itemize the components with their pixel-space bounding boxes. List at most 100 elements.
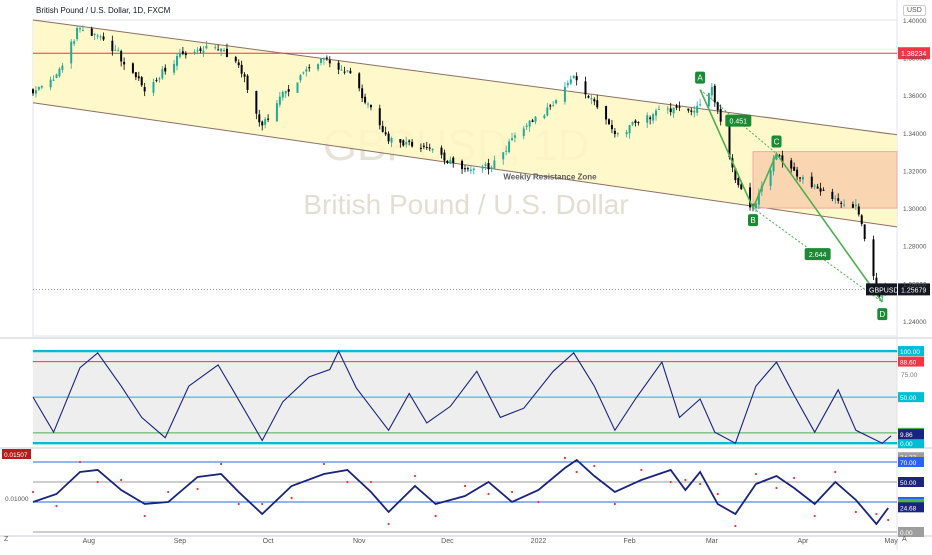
candle-body [813, 185, 816, 187]
candle-body [605, 106, 608, 120]
candle-body [546, 107, 549, 116]
candle-body [337, 62, 340, 70]
candle-body [657, 109, 660, 111]
candle-body [881, 296, 884, 298]
candle-body [284, 90, 287, 94]
candle-body [446, 160, 449, 163]
candle-body [240, 64, 243, 74]
osc-left-label: 0.01000 [5, 496, 29, 503]
candle-body [161, 69, 164, 79]
candle-body [308, 67, 311, 69]
pattern-point-label: B [750, 216, 755, 225]
candle-body [384, 132, 387, 135]
candle-body [111, 40, 114, 52]
currency-badge[interactable]: USD [903, 5, 926, 16]
stoch-axis-tag-text: 100.00 [900, 349, 920, 356]
candle-body [834, 198, 837, 200]
candle-body [364, 96, 367, 103]
candle-body [76, 27, 79, 40]
candle-body [646, 115, 649, 123]
pattern-point-label: A [697, 74, 703, 83]
price-tick-label: 1.26000 [903, 281, 927, 288]
candle-body [52, 79, 55, 81]
candle-body [608, 119, 610, 125]
candle-body [625, 131, 628, 135]
osc-dot [754, 472, 758, 476]
candle-body [628, 125, 631, 134]
chart-svg[interactable]: GBPUSD, 1DBritish Pound / U.S. DollarWee… [0, 0, 932, 550]
candle-body [801, 176, 804, 180]
candle-body [693, 110, 696, 113]
candle [296, 82, 299, 93]
candle-body [202, 50, 205, 53]
price-tick-label: 1.24000 [903, 319, 927, 326]
candle-body [443, 152, 446, 161]
candle-body [155, 80, 158, 82]
candle-body [369, 104, 372, 108]
osc-dot [290, 496, 293, 500]
x-tick-label: Nov [353, 538, 366, 545]
candle-body [452, 157, 455, 163]
x-tick-label: Mar [706, 538, 719, 545]
pattern-point-label: D [879, 310, 885, 319]
candle-body [378, 108, 381, 126]
osc-dot [613, 502, 616, 506]
pattern-point-label: C [774, 138, 780, 147]
osc-dot [487, 492, 490, 496]
candle-body [466, 168, 469, 170]
candle-body [822, 189, 825, 191]
candle-body [843, 204, 846, 206]
candle-body [37, 87, 40, 90]
candle [563, 82, 566, 105]
candle-body [493, 160, 496, 169]
candle-body [490, 167, 493, 169]
candle-body [737, 178, 740, 186]
osc-dot [434, 514, 437, 518]
osc-dot [813, 514, 816, 518]
candle-body [710, 86, 713, 96]
candle-body [49, 79, 52, 88]
osc-dot [322, 462, 326, 466]
candle-body [631, 122, 634, 125]
chart-area[interactable]: GBPUSD, 1DBritish Pound / U.S. DollarWee… [0, 0, 932, 550]
candle-body [79, 28, 82, 30]
candle-body [411, 141, 414, 147]
candle-body [220, 48, 223, 52]
candle-body [164, 67, 167, 72]
candle-body [481, 166, 484, 169]
candle-body [255, 90, 258, 114]
candle-body [431, 149, 434, 151]
candle-body [131, 63, 134, 73]
candle-body [305, 69, 308, 72]
price-tick-label: 1.30000 [903, 206, 927, 213]
candle-body [428, 147, 431, 149]
candle [58, 67, 61, 78]
osc-dot [640, 468, 643, 472]
stoch-last-text: 9.86 [900, 432, 913, 439]
candle-body [419, 147, 422, 149]
candle-body [816, 186, 819, 189]
osc-dot [369, 480, 373, 484]
stoch-axis-tag-text: 50.00 [900, 395, 917, 402]
candle-body [872, 239, 875, 277]
candle-body [464, 168, 466, 170]
osc-dot [346, 480, 349, 484]
candle-body [487, 163, 490, 170]
candle [575, 72, 578, 86]
osc-dot [887, 518, 890, 522]
candle-body [719, 108, 722, 122]
resistance-zone [752, 151, 898, 209]
candle-body [569, 79, 572, 84]
candle-body [205, 45, 208, 49]
candle-body [96, 35, 99, 37]
candle-body [572, 75, 575, 79]
candle-body [81, 30, 84, 32]
candle-body [851, 204, 854, 208]
candle-body [713, 85, 716, 103]
candle-body [181, 51, 184, 54]
candle [699, 98, 702, 107]
osc-dot [78, 460, 82, 464]
candle-body [649, 117, 652, 120]
candle-body [552, 105, 555, 107]
candle-body [117, 50, 120, 52]
